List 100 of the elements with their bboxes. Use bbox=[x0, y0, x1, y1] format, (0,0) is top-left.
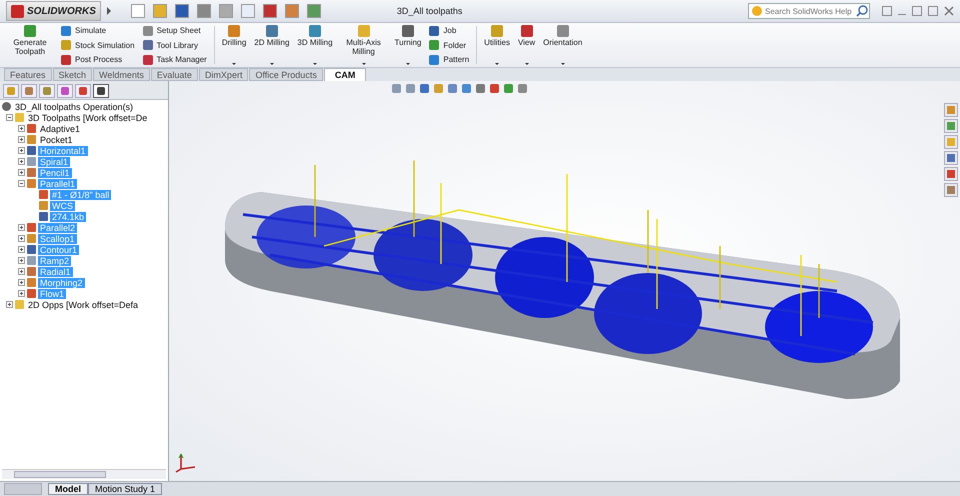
tree-item[interactable]: Pocket1 bbox=[38, 134, 75, 144]
expand-icon[interactable] bbox=[18, 224, 25, 231]
ribbon-button[interactable]: Turning bbox=[392, 24, 424, 66]
ribbon-button[interactable]: Pattern bbox=[429, 53, 470, 66]
ribbon-button[interactable]: Utilities bbox=[481, 24, 513, 66]
ribbon-button[interactable]: Tool Library bbox=[142, 38, 207, 52]
expand-icon[interactable] bbox=[18, 279, 25, 286]
expand-icon[interactable] bbox=[18, 257, 25, 264]
model-tab[interactable]: Motion Study 1 bbox=[88, 483, 162, 495]
scroll-thumb[interactable] bbox=[14, 471, 106, 478]
tool-icon bbox=[429, 40, 440, 50]
toolbar-icon[interactable] bbox=[284, 4, 299, 18]
logo-icon bbox=[11, 4, 24, 18]
ribbon-tab[interactable]: Features bbox=[4, 68, 52, 81]
caret-icon bbox=[524, 63, 529, 65]
restore-icon[interactable] bbox=[912, 6, 922, 16]
caret-icon bbox=[560, 63, 565, 65]
toolbar-icon[interactable] bbox=[262, 4, 277, 18]
model-tab[interactable]: Model bbox=[48, 483, 88, 495]
tree-item[interactable]: 3D_All toolpaths Operation(s) bbox=[13, 102, 136, 112]
ribbon-button[interactable]: Generate Toolpath bbox=[4, 24, 56, 66]
caret-icon bbox=[362, 63, 366, 65]
task-pane-icon[interactable] bbox=[944, 119, 958, 133]
expand-icon[interactable] bbox=[18, 169, 25, 176]
caret-icon bbox=[232, 63, 236, 65]
expand-icon[interactable] bbox=[18, 147, 25, 154]
ribbon-button[interactable]: 3D Milling bbox=[294, 24, 336, 66]
folder-icon bbox=[15, 113, 24, 122]
expand-icon[interactable] bbox=[18, 136, 25, 143]
caret-icon bbox=[312, 63, 317, 65]
tool-icon bbox=[429, 26, 440, 36]
ribbon-button[interactable]: 2D Milling bbox=[251, 24, 292, 66]
caret-icon bbox=[270, 63, 274, 65]
toolbar-icon[interactable] bbox=[152, 4, 167, 18]
ribbon-button[interactable]: View bbox=[514, 24, 538, 66]
caret-icon bbox=[495, 63, 500, 65]
ribbon-tab[interactable]: Weldments bbox=[93, 68, 150, 81]
search-icon bbox=[856, 5, 868, 17]
ribbon-button[interactable]: Task Manager bbox=[142, 53, 207, 66]
task-pane-icon[interactable] bbox=[944, 103, 958, 117]
tool-icon bbox=[358, 25, 370, 37]
search-field[interactable]: Search SolidWorks Help bbox=[748, 3, 870, 19]
task-pane-icon[interactable] bbox=[944, 183, 958, 197]
tool-icon bbox=[24, 25, 36, 37]
ribbon-tab[interactable]: CAM bbox=[324, 68, 366, 81]
task-pane-icon[interactable] bbox=[944, 151, 958, 165]
collapse-icon[interactable] bbox=[18, 180, 25, 187]
toolbar-icon[interactable] bbox=[130, 4, 145, 18]
ribbon-tab[interactable]: DimXpert bbox=[198, 68, 248, 81]
toolbar-icon[interactable] bbox=[218, 4, 233, 18]
expand-arrow-icon[interactable] bbox=[106, 7, 111, 15]
ribbon-button[interactable]: Drilling bbox=[218, 24, 250, 66]
window-title: 3D_All toolpaths bbox=[396, 6, 464, 16]
tool-icon bbox=[266, 25, 278, 37]
expand-icon[interactable] bbox=[18, 290, 25, 297]
ribbon-tab[interactable]: Office Products bbox=[249, 68, 323, 81]
expand-icon[interactable] bbox=[18, 246, 25, 253]
tool-icon bbox=[402, 25, 414, 37]
folder-icon bbox=[15, 300, 24, 309]
ribbon-tab[interactable]: Evaluate bbox=[150, 68, 198, 81]
ribbon-button[interactable]: Setup Sheet bbox=[142, 24, 207, 37]
ribbon-button[interactable]: Post Process bbox=[61, 53, 135, 66]
horizontal-scrollbar[interactable] bbox=[2, 469, 166, 479]
tree-item[interactable]: 3D Toolpaths [Work offset=De bbox=[26, 112, 150, 122]
logo-text: SOLIDWORKS bbox=[27, 6, 96, 16]
ribbon-button[interactable]: Job bbox=[429, 24, 470, 37]
ribbon-button[interactable]: Simulate bbox=[61, 24, 135, 37]
toolbar-icon[interactable] bbox=[306, 4, 321, 18]
toolbar-icon[interactable] bbox=[240, 4, 255, 18]
panel-tab[interactable] bbox=[93, 84, 109, 98]
toolbar-icon[interactable] bbox=[196, 4, 211, 18]
tool-icon bbox=[308, 25, 321, 37]
maximize-icon[interactable] bbox=[928, 6, 938, 16]
caret-icon bbox=[406, 63, 410, 65]
expand-icon[interactable] bbox=[18, 268, 25, 275]
ribbon-button[interactable]: Folder bbox=[429, 38, 470, 52]
close-icon[interactable] bbox=[944, 6, 954, 16]
expand-icon[interactable] bbox=[18, 158, 25, 165]
tool-icon bbox=[142, 40, 153, 50]
collapse-icon[interactable] bbox=[6, 114, 13, 121]
expand-icon[interactable] bbox=[18, 125, 25, 132]
tool-icon bbox=[429, 54, 440, 64]
tool-icon bbox=[491, 25, 504, 37]
expand-icon[interactable] bbox=[18, 235, 25, 242]
assembly-icon bbox=[2, 102, 11, 111]
tool-icon bbox=[556, 25, 569, 37]
tool-icon bbox=[142, 54, 153, 64]
task-pane-icon[interactable] bbox=[944, 167, 958, 181]
task-pane-icon[interactable] bbox=[944, 135, 958, 149]
ribbon-button[interactable]: Orientation bbox=[540, 24, 586, 66]
tree-item[interactable]: Adaptive1 bbox=[38, 124, 82, 134]
ribbon-button[interactable]: Multi-Axis Milling bbox=[338, 24, 390, 66]
tree-item[interactable]: 2D Opps [Work offset=Defa bbox=[26, 300, 140, 310]
toolbar-icon[interactable] bbox=[174, 4, 189, 18]
app-logo[interactable]: SOLIDWORKS bbox=[6, 1, 101, 21]
ribbon-button[interactable]: Stock Simulation bbox=[61, 38, 135, 52]
ribbon-tab[interactable]: Sketch bbox=[52, 68, 92, 81]
axis-triad-icon bbox=[175, 451, 197, 473]
tool-icon bbox=[228, 25, 240, 37]
expand-icon[interactable] bbox=[6, 301, 13, 308]
